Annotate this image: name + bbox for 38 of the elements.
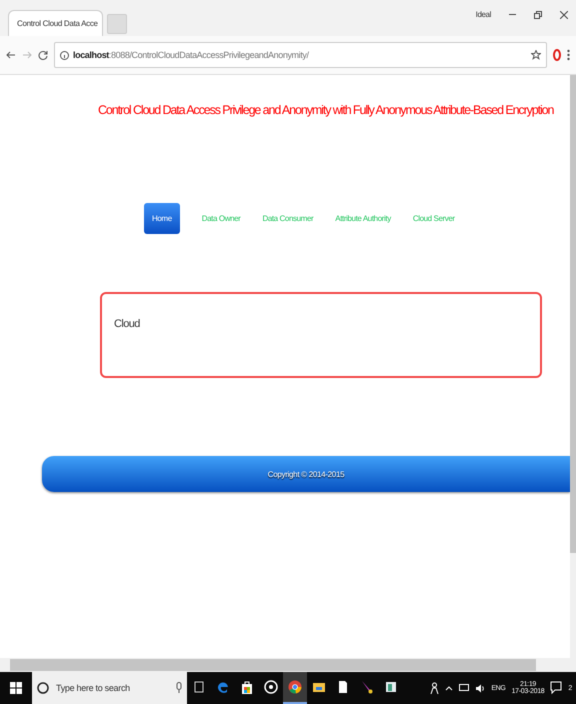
browser-tab[interactable]: Control Cloud Data Acce (8, 10, 103, 36)
speaker-icon[interactable] (475, 684, 486, 692)
search-field[interactable]: Type here to search (32, 672, 187, 704)
folder-icon[interactable] (312, 681, 326, 693)
browser-icon[interactable] (216, 680, 230, 694)
network-icon[interactable] (459, 684, 470, 692)
minimize-icon[interactable] (509, 14, 516, 16)
document-icon[interactable] (338, 680, 348, 694)
person-icon[interactable] (430, 682, 440, 694)
star-icon[interactable] (531, 50, 541, 60)
tab-title: Control Cloud Data Acce (17, 19, 98, 28)
copyright-text: Copyright © 2014-2015 (268, 470, 344, 478)
brush-icon[interactable] (361, 680, 373, 694)
circle-icon (37, 682, 49, 694)
panel-text: Cloud (114, 318, 140, 330)
close-icon[interactable] (560, 10, 568, 18)
windows-icon (10, 682, 22, 694)
chevron-up-icon[interactable] (445, 686, 454, 690)
info-icon[interactable] (60, 50, 69, 60)
taskbar-button[interactable] (283, 672, 307, 704)
profile-name[interactable]: Ideal (476, 10, 491, 19)
opera-icon[interactable] (553, 49, 561, 61)
url-text: localhost:8088/ControlCloudDataAccessPrivilegeandAnonymity/ (73, 50, 310, 60)
chrome-icon[interactable] (288, 680, 302, 694)
disc-icon[interactable] (264, 680, 278, 694)
back-icon[interactable] (6, 50, 16, 60)
shopping-bag-icon[interactable] (241, 680, 253, 694)
task-view-icon[interactable] (193, 681, 205, 693)
page-title: Control Cloud Data Access Privilege and Anonymity with Fully Anonymous Attribute-Based Encryption (98, 103, 555, 117)
menu-icon[interactable] (567, 49, 570, 61)
nav-link[interactable]: Home (144, 203, 180, 234)
reload-icon[interactable] (38, 50, 48, 60)
notification-icon[interactable] (550, 681, 562, 695)
restore-icon[interactable] (534, 10, 542, 18)
address-bar[interactable]: localhost:8088/ControlCloudDataAccessPrivilegeandAnonymity/ (54, 42, 547, 68)
search-input[interactable]: Type here to search (54, 682, 171, 694)
window-icon[interactable] (385, 681, 397, 693)
microphone-icon[interactable] (176, 682, 182, 694)
